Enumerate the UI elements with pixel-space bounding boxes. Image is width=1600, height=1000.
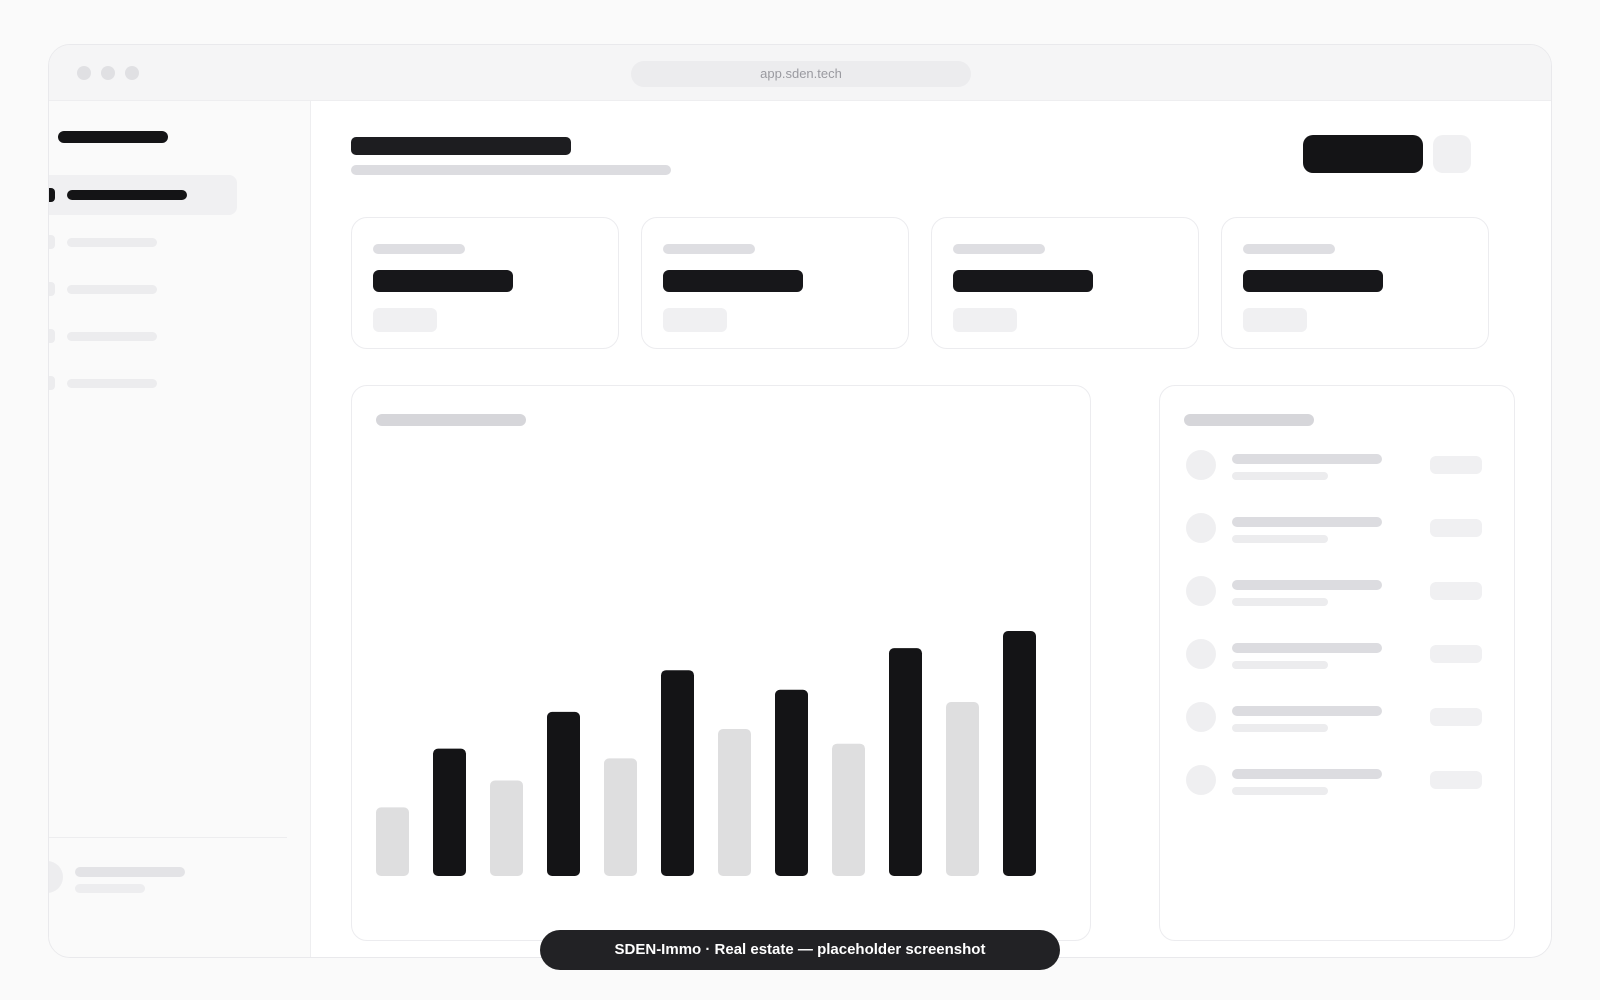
address-bar[interactable]: app.sden.tech: [631, 61, 971, 87]
sidebar-item-2[interactable]: [49, 222, 237, 262]
list-subtitle-line: [1232, 535, 1328, 543]
stat-value-placeholder: [1243, 270, 1383, 292]
bar-chart-card: [351, 385, 1091, 941]
page-title-placeholder: [351, 137, 571, 155]
list-avatar: [1186, 639, 1216, 669]
list-item[interactable]: [1160, 576, 1514, 626]
chart-bar-6: [661, 670, 694, 876]
caption-banner: SDEN-Immo · Real estate — placeholder sc…: [540, 930, 1060, 970]
stat-label-placeholder: [1243, 244, 1335, 254]
window-maximize-dot-icon[interactable]: [125, 66, 139, 80]
sidebar-divider: [49, 837, 287, 838]
list-badge: [1430, 582, 1482, 600]
nav-label-placeholder: [67, 379, 157, 388]
nav-icon: [49, 188, 55, 202]
list-badge: [1430, 456, 1482, 474]
browser-titlebar: app.sden.tech: [49, 45, 1551, 101]
sidebar-item-5[interactable]: [49, 363, 237, 403]
stat-value-placeholder: [953, 270, 1093, 292]
nav-icon: [49, 282, 55, 296]
list-avatar: [1186, 576, 1216, 606]
list-badge: [1430, 708, 1482, 726]
brand-name-placeholder: [58, 131, 168, 143]
stat-label-placeholder: [373, 244, 465, 254]
chart-bar-1: [376, 807, 409, 876]
list-title-line: [1232, 454, 1382, 464]
chart-bar-2: [433, 748, 466, 876]
list-subtitle-line: [1232, 787, 1328, 795]
list-avatar: [1186, 702, 1216, 732]
list-badge: [1430, 771, 1482, 789]
list-badge: [1430, 645, 1482, 663]
stat-card-3: [931, 217, 1199, 349]
user-name-placeholder: [75, 867, 185, 877]
list-item[interactable]: [1160, 639, 1514, 689]
list-title-line: [1232, 769, 1382, 779]
list-subtitle-line: [1232, 661, 1328, 669]
list-badge: [1430, 519, 1482, 537]
sidebar-item-3[interactable]: [49, 269, 237, 309]
nav-label-placeholder: [67, 238, 157, 247]
stat-delta-placeholder: [373, 308, 437, 332]
chart-bar-12: [1003, 631, 1036, 876]
sidebar-item-1[interactable]: [49, 175, 237, 215]
nav-label-placeholder: [67, 190, 187, 200]
chart-bar-7: [718, 729, 751, 876]
stat-value-placeholder: [663, 270, 803, 292]
secondary-action-button[interactable]: [1433, 135, 1471, 173]
list-title-line: [1232, 643, 1382, 653]
user-avatar[interactable]: [49, 861, 63, 893]
window-close-dot-icon[interactable]: [77, 66, 91, 80]
chart-bar-5: [604, 758, 637, 876]
chart-bar-8: [775, 689, 808, 876]
chart-bar-3: [490, 780, 523, 876]
chart-bar-9: [832, 743, 865, 876]
browser-window: app.sden.tech: [48, 44, 1552, 958]
window-minimize-dot-icon[interactable]: [101, 66, 115, 80]
list-avatar: [1186, 765, 1216, 795]
primary-action-button[interactable]: [1303, 135, 1423, 173]
stat-card-1: [351, 217, 619, 349]
user-role-placeholder: [75, 884, 145, 893]
list-subtitle-line: [1232, 598, 1328, 606]
stat-label-placeholder: [663, 244, 755, 254]
activity-list-card: [1159, 385, 1515, 941]
nav-icon: [49, 376, 55, 390]
list-title-line: [1232, 580, 1382, 590]
nav-label-placeholder: [67, 285, 157, 294]
nav-label-placeholder: [67, 332, 157, 341]
list-subtitle-line: [1232, 472, 1328, 480]
list-item[interactable]: [1160, 765, 1514, 815]
list-title-placeholder: [1184, 414, 1314, 426]
nav-icon: [49, 235, 55, 249]
stat-label-placeholder: [953, 244, 1045, 254]
chart-bar-10: [889, 648, 922, 876]
list-item[interactable]: [1160, 513, 1514, 563]
list-item[interactable]: [1160, 702, 1514, 752]
stat-delta-placeholder: [1243, 308, 1307, 332]
stat-delta-placeholder: [663, 308, 727, 332]
list-subtitle-line: [1232, 724, 1328, 732]
chart-bar-4: [547, 711, 580, 876]
stat-card-2: [641, 217, 909, 349]
list-title-line: [1232, 706, 1382, 716]
page-subtitle-placeholder: [351, 165, 671, 175]
stat-delta-placeholder: [953, 308, 1017, 332]
list-title-line: [1232, 517, 1382, 527]
stat-value-placeholder: [373, 270, 513, 292]
sidebar-item-4[interactable]: [49, 316, 237, 356]
list-avatar: [1186, 513, 1216, 543]
list-avatar: [1186, 450, 1216, 480]
main-content: [311, 101, 1551, 957]
chart-bar-11: [946, 702, 979, 876]
sidebar: [49, 101, 311, 957]
stat-card-4: [1221, 217, 1489, 349]
list-item[interactable]: [1160, 450, 1514, 500]
bar-chart: [376, 631, 1036, 876]
nav-icon: [49, 329, 55, 343]
